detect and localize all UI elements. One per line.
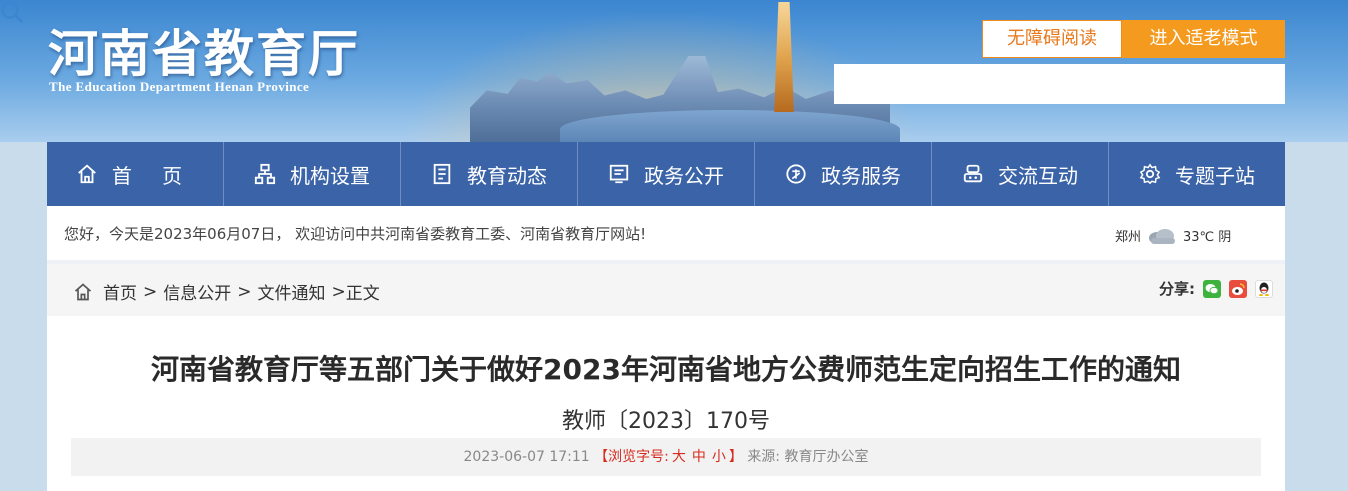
document-icon [433,163,451,185]
elder-mode-button[interactable]: 进入适老模式 [1122,20,1285,58]
breadcrumb-separator: > [143,281,158,302]
article-meta: 2023-06-07 17:11 【浏览字号: 大中小】 来源: 教育厅办公室 [71,438,1261,476]
font-size-small-link[interactable]: 小 [712,449,726,465]
article-title: 河南省教育厅等五部门关于做好2023年河南省地方公费师范生定向招生工作的通知 [151,353,1181,386]
breadcrumb-separator: > [237,281,252,302]
nav-item-interaction[interactable]: 交流互动 [932,142,1109,206]
font-size-medium-link[interactable]: 中 [692,449,706,465]
notice-board-icon [609,164,629,184]
publish-date: 2023-06-07 17:11 [463,449,590,465]
nav-label: 专题子站 [1175,163,1255,188]
nav-item-home[interactable]: 首 页 [47,142,224,206]
font-size-large-link[interactable]: 大 [672,449,686,465]
nav-item-gov-services[interactable]: 政务服务 [755,142,932,206]
nav-label: 机构设置 [290,163,370,188]
weather-widget: 郑州 33℃ 阴 [1115,226,1231,245]
nav-label: 交流互动 [998,163,1078,188]
nav-item-organization[interactable]: 机构设置 [224,142,401,206]
breadcrumb: 首页 > 信息公开 > 文件通知 > 正文 [73,279,380,304]
cloudy-icon [1149,228,1176,244]
wechat-icon[interactable] [1203,279,1221,298]
search-icon[interactable] [0,1,24,28]
site-logo-english: The Education Department Henan Province [49,79,310,94]
site-header: 河南省教育厅 The Education Department Henan Pr… [0,0,1348,142]
org-chart-icon [254,163,276,185]
weibo-icon[interactable] [1229,279,1247,298]
qq-icon[interactable] [1255,279,1273,298]
home-icon [74,282,92,300]
nav-label: 教育动态 [467,163,547,188]
search-box [834,64,1285,104]
site-logo[interactable]: 河南省教育厅 [48,14,360,86]
share-label: 分享: [1159,280,1195,298]
font-size-close: 】 [728,449,743,465]
breadcrumb-item-info-public[interactable]: 信息公开 [163,279,231,304]
source-label: 来源: [747,449,781,465]
breadcrumb-item-file-notice[interactable]: 文件通知 [258,279,326,304]
nav-item-gov-affairs-public[interactable]: 政务公开 [578,142,755,206]
breadcrumb-item-current: 正文 [345,284,380,304]
share-bar: 分享: [1159,278,1273,299]
breadcrumb-separator: > [331,281,346,302]
nav-label: 政务服务 [821,163,901,188]
document-number: 教师〔2023〕170号 [562,409,770,434]
nav-label: 政务公开 [644,163,724,188]
breadcrumb-bar: 首页 > 信息公开 > 文件通知 > 正文 分享: [47,264,1285,316]
interaction-icon [963,164,983,183]
nav-label: 首 页 [111,163,195,188]
weather-city: 郑州 [1115,230,1142,245]
font-size-label: 【浏览字号: [594,449,669,465]
weather-temp: 33℃ 阴 [1183,230,1232,245]
source-value: 教育厅办公室 [784,449,869,465]
main-nav: 首 页 机构设置 教育动态 政务公开 政务服务 交流互动 专题子站 [47,142,1285,206]
gov-service-icon [786,164,806,184]
main-content: 您好，今天是2023年06月07日， 欢迎访问中共河南省委教育工委、河南省教育厅… [47,206,1285,491]
search-input[interactable] [834,64,1234,104]
header-lake [560,110,900,142]
welcome-bar: 您好，今天是2023年06月07日， 欢迎访问中共河南省委教育工委、河南省教育厅… [47,206,1285,264]
nav-item-education-news[interactable]: 教育动态 [401,142,578,206]
gear-icon [1139,163,1161,185]
nav-item-topic-sites[interactable]: 专题子站 [1109,142,1285,206]
breadcrumb-item-home[interactable]: 首页 [103,279,137,304]
welcome-text: 您好，今天是2023年06月07日， 欢迎访问中共河南省委教育工委、河南省教育厅… [64,225,647,243]
accessible-reading-button[interactable]: 无障碍阅读 [982,20,1122,58]
home-icon [77,164,96,184]
